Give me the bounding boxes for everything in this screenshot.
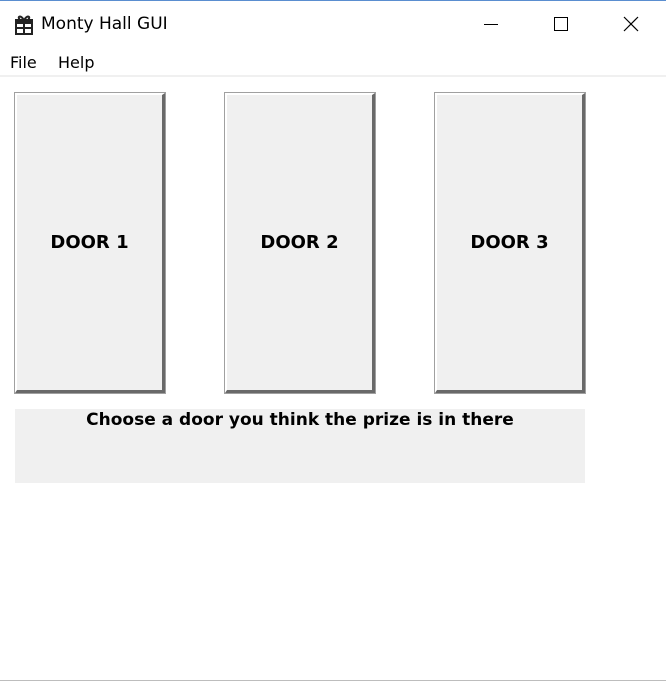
door-1-button[interactable]: DOOR 1 bbox=[14, 92, 166, 394]
close-icon bbox=[623, 16, 639, 32]
menu-file[interactable]: File bbox=[10, 53, 37, 72]
close-button[interactable] bbox=[596, 1, 666, 47]
app-window: Monty Hall GUI File Help DOOR 1 DOOR 2 D… bbox=[0, 0, 666, 681]
minimize-icon bbox=[484, 24, 498, 25]
minimize-button[interactable] bbox=[456, 1, 526, 47]
door-2-button[interactable]: DOOR 2 bbox=[224, 92, 376, 394]
menu-help[interactable]: Help bbox=[58, 53, 94, 72]
message-panel: Choose a door you think the prize is in … bbox=[15, 409, 585, 483]
title-bar[interactable]: Monty Hall GUI bbox=[0, 1, 666, 47]
instruction-message: Choose a door you think the prize is in … bbox=[86, 410, 514, 430]
maximize-icon bbox=[554, 17, 568, 31]
window-title: Monty Hall GUI bbox=[41, 14, 168, 34]
maximize-button[interactable] bbox=[526, 1, 596, 47]
gift-icon bbox=[14, 13, 34, 35]
menu-bar: File Help bbox=[0, 47, 666, 77]
door-3-button[interactable]: DOOR 3 bbox=[434, 92, 586, 394]
